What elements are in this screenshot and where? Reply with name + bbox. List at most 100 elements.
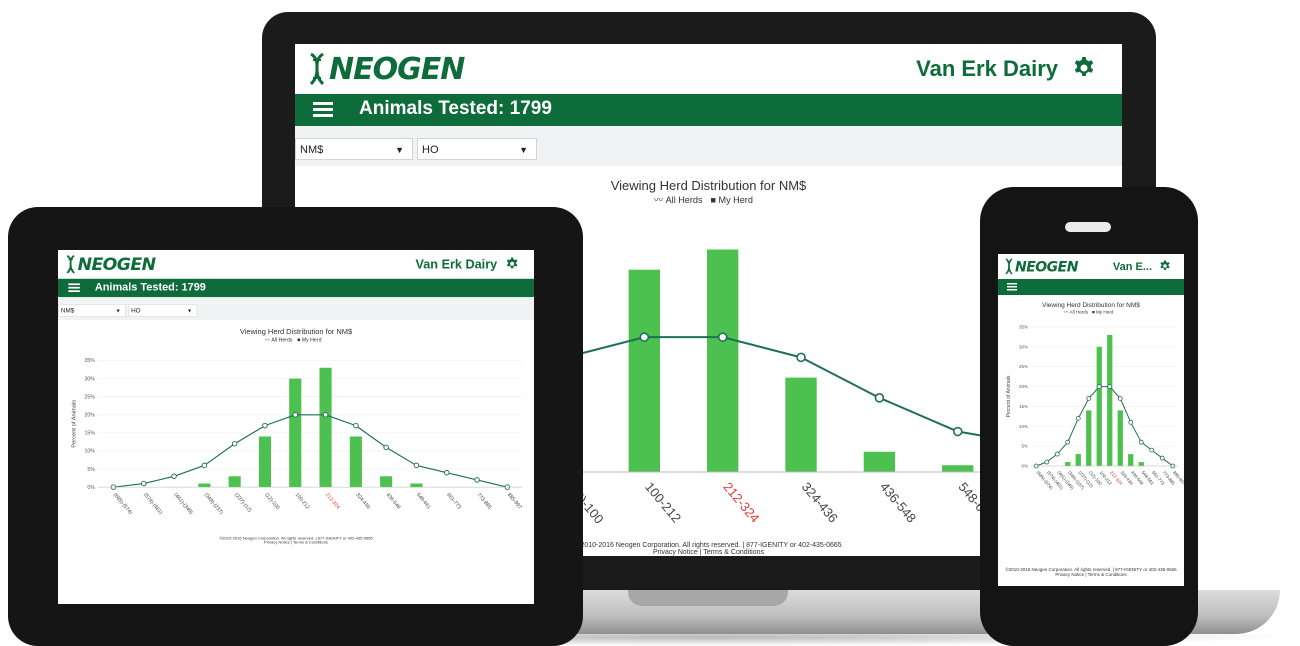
bar-my-herd [1086,410,1092,466]
point-all-herds [1096,384,1102,389]
logo-text: NEOGEN [77,254,156,275]
phone-screen: NEOGEN Van E... NM$▼ HO▼ Viewing Herd Di… [998,254,1184,586]
y-tick-label: 0% [87,485,95,491]
point-all-herds [322,412,329,418]
point-all-herds [443,469,450,476]
point-all-herds [231,440,238,447]
bar-my-herd [785,377,817,472]
tablet-screen: NEOGEN Van Erk Dairy Animals Tested: 179… [58,250,534,604]
trait-select[interactable]: NM$ ▼ [58,304,126,317]
point-all-herds [796,352,806,363]
chart-title: Viewing Herd Distribution for NM$ [611,178,807,193]
neogen-logo[interactable]: NEOGEN [1004,257,1078,276]
x-tick-label: 100-212 [294,492,311,510]
app-header: NEOGEN Van Erk Dairy [295,44,1122,94]
y-tick-label: 35% [1019,325,1028,330]
bar-my-herd [410,483,423,488]
point-all-herds [639,332,650,342]
footer: ©2010-2016 Neogen Corporation. All right… [998,567,1184,577]
bar-my-herd [1107,334,1113,466]
x-tick-label: 212-324 [324,492,341,510]
logo-text: NEOGEN [1015,258,1078,275]
bar-my-herd [289,378,302,488]
point-all-herds [1086,396,1092,401]
x-tick-label: (237)-(12) [233,492,253,514]
hamburger-menu-icon[interactable] [1007,283,1017,291]
x-tick-label: (12)-100 [263,492,280,511]
x-tick-label: 548-661 [415,492,432,510]
legend-all-herds: 〰 All Herds [265,338,293,344]
neogen-logo[interactable]: NEOGEN [307,50,465,88]
x-tick-label: (685)-(574) [112,492,133,516]
chart-svg: Viewing Herd Distribution for NM$〰 All H… [1006,302,1184,491]
hamburger-menu-icon[interactable] [68,283,80,293]
bar-my-herd [1096,346,1102,466]
footer-links[interactable]: Privacy Notice | Terms & Conditions [58,541,534,545]
filter-bar: NM$ ▼ HO ▼ [295,126,1122,166]
bar-my-herd [349,436,362,488]
point-all-herds [140,480,147,487]
y-tick-label: 25% [1019,364,1028,369]
legend-my-herd: ■ My Herd [1092,310,1114,315]
trait-select[interactable]: NM$ ▼ [295,138,413,160]
title-bar [998,279,1184,295]
breed-select[interactable]: HO ▼ [417,138,537,160]
point-all-herds [1149,447,1155,453]
gear-icon[interactable] [505,257,519,271]
point-all-herds [717,332,728,342]
legend-my-herd: ■ My Herd [711,195,753,205]
footer-links[interactable]: Privacy Notice | Terms & Conditions [998,572,1184,577]
x-tick-label: 436-548 [385,492,402,510]
point-all-herds [201,462,208,469]
y-tick-label: 10% [84,449,95,455]
laptop-notch [628,590,788,606]
point-all-herds [1159,455,1165,461]
bar-my-herd [319,367,332,488]
x-tick-label: 324-436 [354,492,371,510]
animals-tested: Animals Tested: 1799 [94,281,206,294]
chart-title: Viewing Herd Distribution for NM$ [1042,302,1140,309]
gear-icon[interactable] [1072,56,1096,80]
y-tick-label: 30% [1019,344,1028,349]
bar-my-herd [1117,410,1123,466]
y-tick-label: 20% [84,413,95,419]
point-all-herds [1075,415,1081,421]
bar-my-herd [628,269,660,472]
bar-my-herd [198,483,211,488]
bar-my-herd [707,249,739,472]
app: NEOGEN Van Erk Dairy Animals Tested: 179… [58,250,534,545]
app-header: NEOGEN Van Erk Dairy [58,250,534,279]
bar-my-herd [1065,462,1071,466]
point-all-herds [1044,459,1050,465]
point-all-herds [171,473,177,480]
legend-my-herd: ■ My Herd [297,338,321,344]
trait-select-value: NM$ [300,144,324,156]
x-tick-label: (349)-(237) [203,492,224,516]
phone-speaker [1065,222,1111,232]
point-all-herds [383,444,389,451]
dna-logo-icon [66,255,75,274]
neogen-logo[interactable]: NEOGEN [65,253,156,275]
y-tick-label: 20% [1019,384,1028,389]
title-bar: Animals Tested: 1799 [58,278,534,298]
chart-title: Viewing Herd Distribution for NM$ [240,327,353,336]
bar-my-herd [942,465,974,472]
y-axis-label: Percent of Animals [71,400,77,448]
animals-tested: Animals Tested: 1799 [359,98,552,119]
y-tick-label: 25% [84,394,95,400]
point-all-herds [952,426,963,437]
point-all-herds [1054,451,1060,457]
bar-my-herd [1128,454,1134,466]
filter-bar: NM$ ▼ HO ▼ [58,297,534,321]
app: NEOGEN Van E... NM$▼ HO▼ Viewing Herd Di… [998,254,1184,586]
chart-svg: Viewing Herd Distribution for NM$ 〰 All H… [71,327,522,516]
gear-icon[interactable] [1159,260,1171,272]
y-tick-label: 10% [1019,424,1028,429]
y-tick-label: 35% [84,358,95,364]
hamburger-menu-icon[interactable] [313,102,333,118]
dna-logo-icon [1005,258,1013,275]
bar-my-herd [1075,454,1081,466]
logo-text: NEOGEN [329,51,465,87]
title-bar: Animals Tested: 1799 [295,94,1122,126]
breed-select[interactable]: HO ▼ [128,304,198,317]
